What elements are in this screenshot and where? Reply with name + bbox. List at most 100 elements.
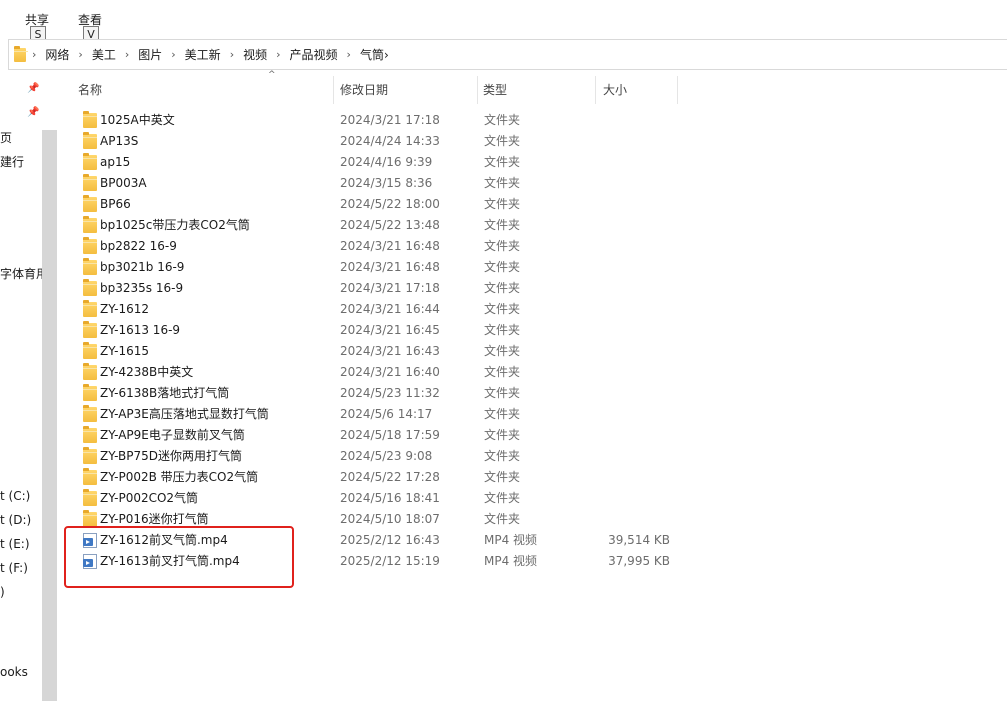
file-date: 2024/3/21 16:43 [340,344,440,358]
file-date: 2024/3/21 17:18 [340,281,440,295]
chevron-right-icon[interactable]: › [32,48,36,61]
file-row[interactable]: ZY-6138B落地式打气筒 2024/5/23 11:32 文件夹 [70,383,690,404]
file-row[interactable]: ZY-1612 2024/3/21 16:44 文件夹 [70,299,690,320]
file-name: ZY-1615 [100,344,149,358]
file-row[interactable]: ZY-1613 16-9 2024/3/21 16:45 文件夹 [70,320,690,341]
file-name: 1025A中英文 [100,113,175,127]
column-size[interactable]: 大小 [595,76,675,104]
address-bar[interactable]: › 网络 › 美工 › 图片 › 美工新 › 视频 › 产品视频 › 气筒 › [8,39,1007,70]
folder-icon [83,363,97,380]
file-row[interactable]: ZY-P002B 带压力表CO2气筒 2024/5/22 17:28 文件夹 [70,467,690,488]
folder-icon [83,237,97,254]
column-header: ^ 名称 修改日期 类型 大小 [70,70,680,104]
file-size [600,467,670,488]
breadcrumb-label[interactable]: 气筒 [360,46,384,63]
chevron-right-icon[interactable]: › [230,48,234,61]
file-size [600,299,670,320]
folder-icon [83,111,97,128]
file-row[interactable]: ZY-AP3E高压落地式显数打气筒 2024/5/6 14:17 文件夹 [70,404,690,425]
chevron-right-icon[interactable]: › [384,48,389,62]
folder-icon [83,447,97,464]
breadcrumb-item[interactable]: › 美工新 [162,46,220,63]
file-row[interactable]: AP13S 2024/4/24 14:33 文件夹 [70,131,690,152]
file-type: 文件夹 [484,491,521,505]
chevron-right-icon[interactable]: › [276,48,280,61]
file-row[interactable]: BP66 2024/5/22 18:00 文件夹 [70,194,690,215]
file-name: bp2822 16-9 [100,239,177,253]
file-name: ap15 [100,155,131,169]
file-row[interactable]: bp2822 16-9 2024/3/21 16:48 文件夹 [70,236,690,257]
nav-item[interactable]: 建行 [0,153,24,170]
breadcrumb-label[interactable]: 美工 [92,46,116,63]
file-name: AP13S [100,134,139,148]
file-row[interactable]: BP003A 2024/3/15 8:36 文件夹 [70,173,690,194]
file-type: 文件夹 [484,344,521,358]
file-row[interactable]: ZY-BP75D迷你两用打气筒 2024/5/23 9:08 文件夹 [70,446,690,467]
folder-icon [83,174,97,191]
nav-item-drive-f[interactable]: t (F:) [0,561,28,575]
file-name: bp3021b 16-9 [100,260,185,274]
nav-item[interactable]: ) [0,585,5,599]
file-name: bp3235s 16-9 [100,281,184,295]
breadcrumb-item[interactable]: › 美工 [69,46,115,63]
column-divider[interactable] [677,76,678,104]
breadcrumb-item[interactable]: › 网络 [26,46,69,63]
nav-item-drive-c[interactable]: t (C:) [0,489,30,503]
file-type: 文件夹 [484,218,521,232]
column-type[interactable]: 类型 [475,76,595,104]
file-row[interactable]: ZY-P002CO2气筒 2024/5/16 18:41 文件夹 [70,488,690,509]
nav-item[interactable]: 字体育用 [0,265,48,282]
breadcrumb-item[interactable]: › 产品视频 [267,46,337,63]
folder-icon [14,45,28,62]
column-date[interactable]: 修改日期 [332,76,478,104]
file-date: 2024/5/16 18:41 [340,491,440,505]
file-type: 文件夹 [484,197,521,211]
breadcrumb-label[interactable]: 视频 [243,46,267,63]
file-name: ZY-6138B落地式打气筒 [100,386,230,400]
file-row[interactable]: bp3235s 16-9 2024/3/21 17:18 文件夹 [70,278,690,299]
file-size [600,131,670,152]
folder-icon [83,342,97,359]
file-row[interactable]: ap15 2024/4/16 9:39 文件夹 [70,152,690,173]
file-date: 2024/5/10 18:07 [340,512,440,526]
nav-scrollbar[interactable] [42,130,57,701]
file-size [600,425,670,446]
file-row[interactable]: ZY-4238B中英文 2024/3/21 16:40 文件夹 [70,362,690,383]
file-size [600,404,670,425]
file-date: 2024/5/23 9:08 [340,449,433,463]
file-size: 39,514 KB [608,533,670,547]
file-row[interactable]: 1025A中英文 2024/3/21 17:18 文件夹 [70,110,690,131]
file-size [600,383,670,404]
chevron-right-icon[interactable]: › [78,48,82,61]
nav-item[interactable]: 页 [0,129,12,146]
column-name[interactable]: 名称 [70,76,334,104]
file-type: 文件夹 [484,260,521,274]
folder-icon [83,300,97,317]
nav-item-drive-e[interactable]: t (E:) [0,537,30,551]
breadcrumb-label[interactable]: 产品视频 [290,46,338,63]
nav-item-drive-d[interactable]: t (D:) [0,513,31,527]
breadcrumb-item[interactable]: › 视频 [221,46,267,63]
file-size [600,362,670,383]
file-size [600,194,670,215]
breadcrumb-label[interactable]: 网络 [45,46,69,63]
breadcrumb-item[interactable]: › 图片 [116,46,162,63]
chevron-right-icon[interactable]: › [171,48,175,61]
breadcrumb-label[interactable]: 美工新 [185,46,221,63]
file-row[interactable]: bp3021b 16-9 2024/3/21 16:48 文件夹 [70,257,690,278]
pin-icon[interactable]: 📌 [27,107,39,118]
breadcrumb-label[interactable]: 图片 [138,46,162,63]
file-row[interactable]: ZY-AP9E电子显数前叉气筒 2024/5/18 17:59 文件夹 [70,425,690,446]
file-row[interactable]: ZY-1615 2024/3/21 16:43 文件夹 [70,341,690,362]
file-type: 文件夹 [484,512,521,526]
chevron-right-icon[interactable]: › [125,48,129,61]
file-size [600,215,670,236]
highlight-box [64,526,294,588]
file-row[interactable]: bp1025c带压力表CO2气筒 2024/5/22 13:48 文件夹 [70,215,690,236]
file-type: 文件夹 [484,239,521,253]
pin-icon[interactable]: 📌 [27,83,39,94]
nav-item[interactable]: ooks [0,665,28,679]
folder-icon [83,510,97,527]
chevron-right-icon[interactable]: › [347,48,351,61]
breadcrumb-item[interactable]: › 气筒 [338,46,384,63]
